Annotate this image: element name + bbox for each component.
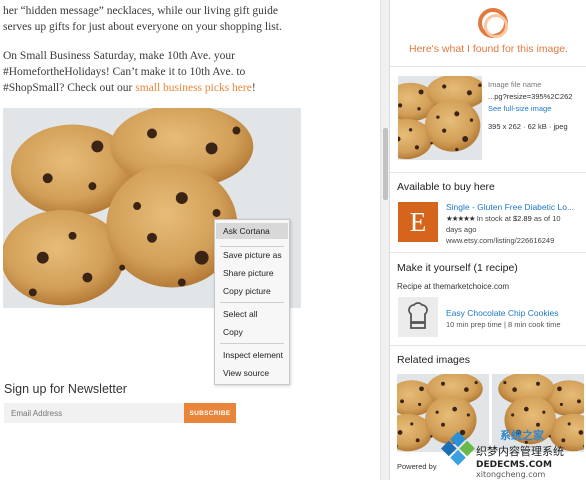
context-menu: Ask Cortana Save picture as Share pictur… (214, 219, 290, 385)
menu-item-ask-cortana[interactable]: Ask Cortana (216, 223, 288, 239)
paragraph-text: ! (251, 82, 256, 94)
menu-separator (220, 343, 284, 344)
menu-item-inspect-element[interactable]: Inspect element (216, 347, 288, 363)
menu-item-share-picture[interactable]: Share picture (216, 265, 288, 281)
menu-item-copy[interactable]: Copy (216, 324, 288, 340)
divider (390, 345, 586, 346)
listing-price: $2.89 (513, 214, 532, 223)
divider (390, 252, 586, 253)
recipe-source: Recipe at themarketchoice.com (397, 282, 510, 291)
section-title-recipe: Make it yourself (1 recipe) (397, 262, 518, 274)
file-name: ...pg?resize=395%2C262 (488, 92, 573, 101)
stock-suffix: as of 10 (531, 214, 561, 223)
menu-item-save-picture-as[interactable]: Save picture as (216, 247, 288, 263)
listing-url: www.etsy.com/listing/226616249 (446, 236, 555, 245)
file-name-label: Image file name (488, 80, 542, 89)
scrollbar-thumb[interactable] (383, 128, 388, 200)
small-business-picks-link[interactable]: small business picks here (135, 82, 252, 94)
section-title-related: Related images (397, 354, 470, 366)
listing-date: days ago (446, 225, 477, 234)
recipe-listing[interactable]: Easy Chocolate Chip Cookies 10 min prep … (446, 307, 586, 331)
menu-item-view-source[interactable]: View source (216, 365, 288, 381)
file-meta: 395 x 262 · 62 kB · jpeg (488, 122, 568, 131)
menu-item-copy-picture[interactable]: Copy picture (216, 283, 288, 299)
newsletter-title: Sign up for Newsletter (4, 382, 127, 396)
email-field[interactable] (4, 403, 184, 423)
article-pane: her “hidden message” necklaces, while ou… (0, 0, 384, 480)
watermark-site: DEDECMS.COM (476, 460, 552, 470)
thumbnail-image (398, 76, 482, 160)
image-thumbnail[interactable] (398, 76, 482, 160)
listing-stock: ★★★★★ In stock at $2.89 as of 10 (446, 213, 586, 224)
divider (390, 172, 586, 173)
file-info: Image file name ...pg?resize=395%2C262 S… (488, 79, 584, 133)
article-paragraph: On Small Business Saturday, make 10th Av… (3, 48, 303, 96)
cortana-icon (478, 8, 508, 38)
recipe-title[interactable]: Easy Chocolate Chip Cookies (446, 307, 586, 319)
article-paragraph: her “hidden message” necklaces, while ou… (3, 5, 282, 33)
divider (390, 66, 586, 67)
chef-hat-icon[interactable] (398, 297, 438, 337)
etsy-logo[interactable]: E (398, 202, 438, 242)
chef-hat-glyph (408, 302, 428, 329)
panel-heading: Here's what I found for this image. (409, 43, 568, 55)
recipe-time: 10 min prep time | 8 min cook time (446, 320, 561, 329)
rating-stars-icon: ★★★★★ (446, 214, 476, 223)
stock-prefix: In stock at (476, 214, 513, 223)
menu-separator (220, 302, 284, 303)
watermark-brand: 系统之家 (500, 428, 545, 442)
buy-listing[interactable]: Single - Gluten Free Diabetic Lo... ★★★★… (446, 202, 586, 246)
listing-title[interactable]: Single - Gluten Free Diabetic Lo... (446, 202, 586, 213)
cortana-panel: Here's what I found for this image. Imag… (389, 0, 586, 480)
site-watermark: 系统之家 织梦内容管理系统 DEDECMS.COM xitongcheng.co… (441, 428, 564, 479)
watermark-title: 织梦内容管理系统 (476, 444, 564, 458)
full-size-link[interactable]: See full-size image (488, 103, 584, 115)
watermark-domain: xitongcheng.com (476, 470, 546, 479)
subscribe-button[interactable]: SUBSCRIBE (184, 403, 236, 423)
menu-item-select-all[interactable]: Select all (216, 306, 288, 322)
section-title-buy: Available to buy here (397, 181, 495, 193)
page-scrollbar[interactable] (380, 0, 389, 480)
